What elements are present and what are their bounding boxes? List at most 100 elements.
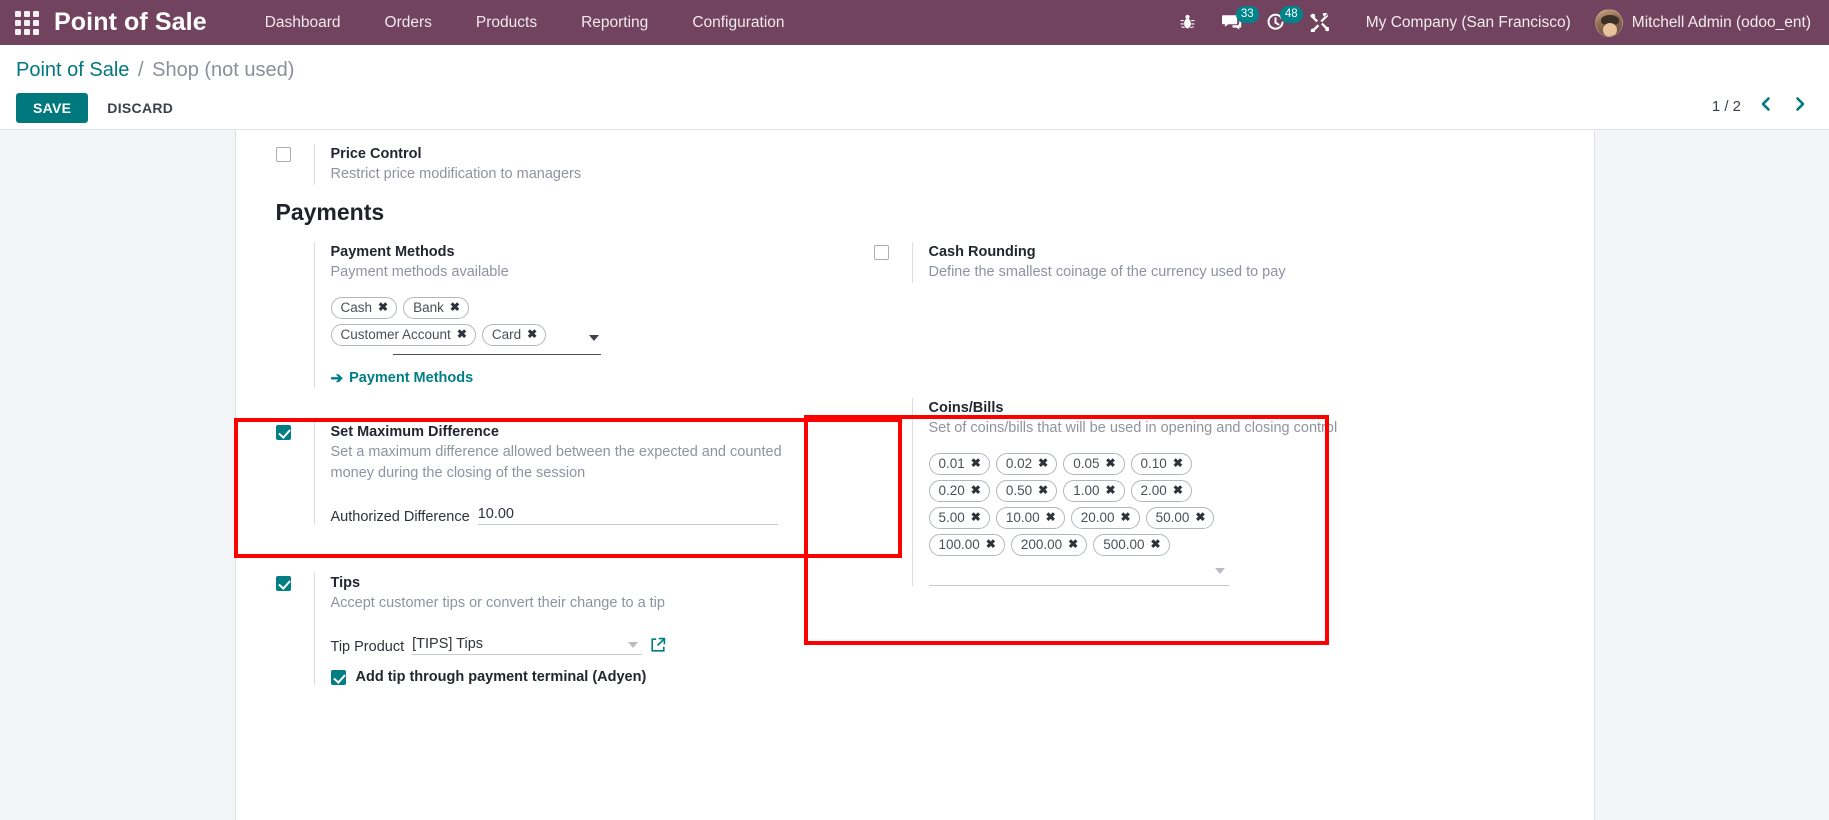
payment-methods-input[interactable] [392, 335, 601, 355]
tag-label: 1.00 [1073, 483, 1100, 498]
tag-label: 5.00 [938, 510, 965, 525]
tag-item[interactable]: 0.02 ✖ [995, 453, 1058, 475]
tag-remove-icon[interactable]: ✖ [1173, 482, 1183, 499]
breadcrumb: Point of Sale / Shop (not used) [16, 57, 1811, 83]
tag-label: 2.00 [1140, 483, 1167, 498]
payment-methods-tag-field[interactable]: Cash ✖ Bank ✖ Customer Account ✖ Card ✖ [330, 297, 601, 355]
tag-remove-icon[interactable]: ✖ [1038, 482, 1048, 499]
settings-sheet: Price Control Restrict price modificatio… [233, 130, 1595, 820]
payment-methods-link-label: Payment Methods [349, 370, 474, 386]
authorized-difference-input[interactable]: 10.00 [477, 506, 778, 525]
set-max-diff-body: Set Maximum Difference Set a maximum dif… [313, 422, 826, 525]
set-maximum-difference-description: Set a maximum difference allowed between… [330, 444, 782, 481]
payment-methods-link[interactable]: ➔ Payment Methods [331, 369, 474, 387]
coins-bills-tag-field[interactable]: 0.01 ✖ 0.02 ✖ 0.05 ✖ 0.10 ✖ 0.20 ✖ 0.50 ✖ 1.00… [928, 453, 1229, 586]
apps-grid-icon[interactable] [0, 0, 54, 45]
menu-item-dashboard[interactable]: Dashboard [243, 0, 363, 45]
open-record-external-link-icon[interactable] [650, 637, 666, 655]
tag-remove-icon[interactable]: ✖ [971, 455, 981, 472]
tag-item[interactable]: 100.00 ✖ [928, 534, 1005, 556]
tools-icon[interactable] [1298, 0, 1342, 45]
tag-item[interactable]: 2.00 ✖ [1130, 480, 1192, 502]
coins-bills-input[interactable] [928, 566, 1229, 586]
bug-icon[interactable] [1166, 0, 1210, 45]
app-brand-title: Point of Sale [54, 8, 207, 36]
coins-bills-title: Coins/Bills [928, 400, 1004, 416]
tag-item[interactable]: 0.20 ✖ [928, 480, 990, 502]
tips-body: Tips Accept customer tips or convert the… [313, 573, 826, 685]
activities-clock-icon[interactable]: 48 [1254, 0, 1303, 45]
tag-item[interactable]: 500.00 ✖ [1093, 534, 1170, 556]
price-control-checkbox[interactable] [275, 147, 291, 162]
tag-remove-icon[interactable]: ✖ [986, 536, 996, 553]
systray: 33 48 [1166, 0, 1342, 45]
set-maximum-difference-checkbox[interactable] [275, 425, 291, 440]
menu-item-orders[interactable]: Orders [363, 0, 454, 45]
tag-item[interactable]: Cash ✖ [330, 297, 398, 319]
chevron-down-icon[interactable] [1214, 568, 1225, 574]
tag-remove-icon[interactable]: ✖ [450, 299, 460, 316]
tag-item[interactable]: 5.00 ✖ [928, 507, 990, 529]
setting-set-maximum-difference: Set Maximum Difference Set a maximum dif… [275, 422, 826, 525]
cash-rounding-description: Define the smallest coinage of the curre… [928, 264, 1286, 280]
company-switcher[interactable]: My Company (San Francisco) [1342, 14, 1589, 32]
tag-remove-icon[interactable]: ✖ [1195, 509, 1205, 526]
tag-remove-icon[interactable]: ✖ [1173, 455, 1183, 472]
coins-bills-description: Set of coins/bills that will be used in … [928, 420, 1338, 436]
tips-checkbox[interactable] [275, 576, 291, 591]
tip-product-field: Tip Product [TIPS] Tips [331, 636, 826, 655]
tag-remove-icon[interactable]: ✖ [1105, 482, 1115, 499]
tag-item[interactable]: 20.00 ✖ [1070, 507, 1140, 529]
messages-icon[interactable]: 33 [1210, 0, 1259, 45]
pager-next-icon[interactable] [1790, 95, 1811, 117]
chevron-down-icon[interactable] [588, 335, 599, 341]
tag-remove-icon[interactable]: ✖ [1151, 536, 1161, 553]
tag-remove-icon[interactable]: ✖ [378, 299, 388, 316]
coins-bills-spacer [874, 398, 912, 401]
pager-count: 1 / 2 [1711, 97, 1741, 115]
price-control-body: Price Control Restrict price modificatio… [313, 144, 1554, 185]
tag-remove-icon[interactable]: ✖ [1121, 509, 1131, 526]
setting-cash-rounding: Cash Rounding Define the smallest coinag… [873, 242, 1396, 283]
price-control-description: Restrict price modification to managers [330, 166, 582, 182]
breadcrumb-root[interactable]: Point of Sale [16, 59, 129, 81]
tag-remove-icon[interactable]: ✖ [1046, 509, 1056, 526]
tag-remove-icon[interactable]: ✖ [1068, 536, 1078, 553]
menu-item-configuration[interactable]: Configuration [670, 0, 806, 45]
tag-label: 0.05 [1073, 456, 1100, 471]
add-tip-terminal-checkbox[interactable] [330, 669, 346, 685]
record-pager: 1 / 2 [1712, 95, 1811, 117]
tag-remove-icon[interactable]: ✖ [971, 482, 981, 499]
setting-tips: Tips Accept customer tips or convert the… [275, 573, 826, 685]
price-control-title: Price Control [330, 146, 422, 162]
tag-item[interactable]: 0.01 ✖ [928, 453, 990, 475]
user-name-label: Mitchell Admin (odoo_ent) [1631, 13, 1811, 31]
coins-bills-body: Coins/Bills Set of coins/bills that will… [911, 398, 1396, 586]
tag-item[interactable]: Bank ✖ [403, 297, 469, 319]
tag-item[interactable]: 0.10 ✖ [1130, 453, 1192, 475]
tag-item[interactable]: 200.00 ✖ [1010, 534, 1088, 556]
user-menu[interactable]: Mitchell Admin (odoo_ent) [1589, 8, 1811, 37]
save-button[interactable]: SAVE [16, 93, 89, 123]
tip-product-value: [TIPS] Tips [412, 636, 484, 652]
tag-item[interactable]: 50.00 ✖ [1145, 507, 1215, 529]
tag-item[interactable]: 1.00 ✖ [1063, 480, 1125, 502]
menu-item-products[interactable]: Products [454, 0, 559, 45]
tag-item[interactable]: 10.00 ✖ [995, 507, 1065, 529]
tag-remove-icon[interactable]: ✖ [1105, 455, 1115, 472]
tips-title: Tips [330, 575, 361, 591]
tag-item[interactable]: 0.05 ✖ [1063, 453, 1125, 475]
menu-item-reporting[interactable]: Reporting [559, 0, 670, 45]
discard-button[interactable]: DISCARD [92, 93, 188, 123]
tag-remove-icon[interactable]: ✖ [971, 509, 981, 526]
pager-previous-icon[interactable] [1755, 95, 1776, 117]
payment-methods-body: Payment Methods Payment methods availabl… [313, 242, 826, 388]
tag-label: 0.01 [938, 456, 965, 471]
tag-remove-icon[interactable]: ✖ [1038, 455, 1048, 472]
arrow-right-icon: ➔ [330, 370, 344, 387]
coins-bills-tags: 0.01 ✖ 0.02 ✖ 0.05 ✖ 0.10 ✖ 0.20 ✖ 0.50 ✖ 1.00… [928, 453, 1229, 556]
tag-item[interactable]: 0.50 ✖ [995, 480, 1058, 502]
cash-rounding-checkbox[interactable] [873, 245, 889, 260]
tip-product-input[interactable]: [TIPS] Tips [412, 636, 643, 655]
chevron-down-icon[interactable] [628, 642, 639, 648]
